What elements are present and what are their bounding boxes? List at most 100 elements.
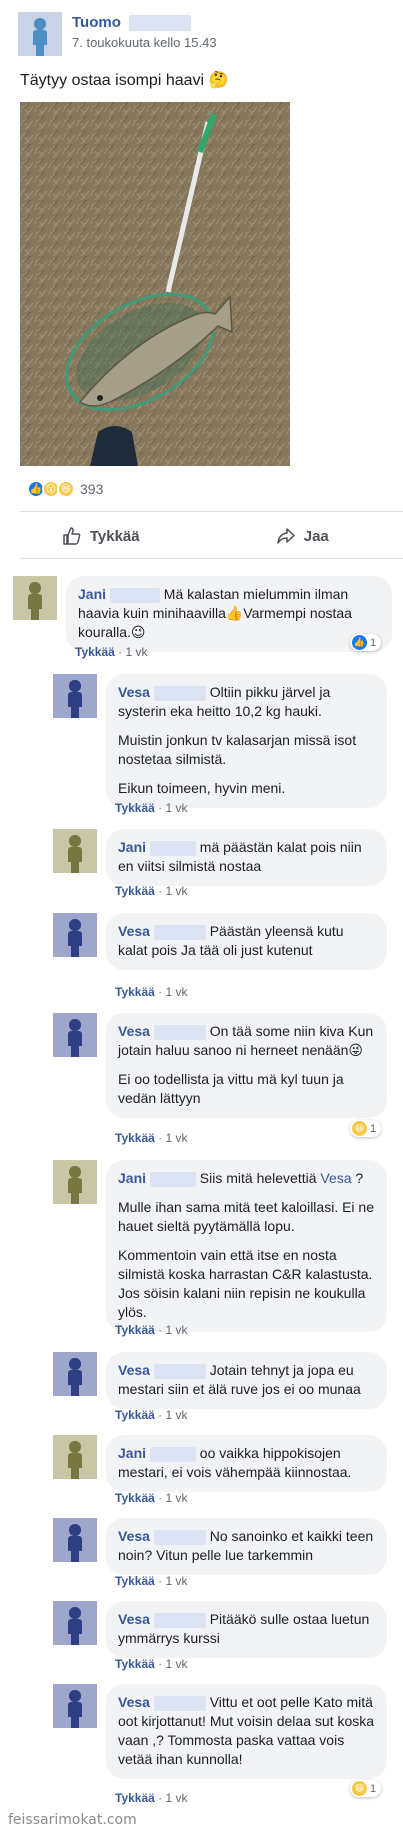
haha-reaction-icon: 😆: [352, 1121, 367, 1136]
comment-like-link[interactable]: Tykkää: [115, 801, 155, 815]
comment: Vesa Jotain tehnyt ja jopa eu mestari si…: [53, 1352, 387, 1409]
commenter-avatar[interactable]: [53, 1160, 97, 1204]
post-photo[interactable]: [20, 102, 290, 466]
comment-reaction-count: 1: [370, 636, 377, 649]
comment: Vesa Oltiin pikku järvel ja systerin eka…: [53, 674, 387, 808]
comment: Vesa Päästän yleensä kutu kalat pois Ja …: [53, 913, 387, 970]
commenter-name[interactable]: Vesa: [118, 1694, 150, 1710]
comment-meta: Tykkää · 1 vk: [115, 1791, 188, 1805]
comment-reaction-badge[interactable]: 😆 1: [350, 1120, 382, 1137]
comment-reaction-count: 1: [370, 1122, 377, 1135]
like-button[interactable]: Tykkää: [0, 514, 202, 558]
name-redaction: [149, 840, 196, 856]
commenter-avatar[interactable]: [53, 1518, 97, 1562]
commenter-name[interactable]: Jani: [78, 586, 106, 602]
name-redaction: [149, 1446, 196, 1462]
comment-bubble: Vesa Oltiin pikku järvel ja systerin eka…: [106, 674, 387, 808]
comment-bubble: Vesa Pitääkö sulle ostaa luetun ymmärrys…: [106, 1601, 387, 1658]
commenter-name[interactable]: Vesa: [118, 1611, 150, 1627]
haha-reaction-icon: 😆: [57, 480, 75, 498]
reaction-summary[interactable]: 👍 😮 😆 393: [27, 480, 103, 498]
like-button-label: Tykkää: [89, 527, 140, 545]
commenter-name[interactable]: Jani: [118, 1445, 146, 1461]
post-timestamp[interactable]: 7. toukokuuta kello 15.43: [72, 35, 217, 50]
name-redaction: [153, 685, 206, 701]
comment-reaction-badge[interactable]: 😆 1: [350, 1780, 382, 1797]
comment: Vesa Pitääkö sulle ostaa luetun ymmärrys…: [53, 1601, 387, 1658]
commenter-avatar[interactable]: [13, 576, 57, 620]
share-button[interactable]: Jaa: [202, 514, 403, 558]
comment-text: Mulle ihan sama mitä teet kaloillasi. Ei…: [118, 1199, 375, 1234]
comment-time[interactable]: 1 vk: [165, 1131, 187, 1145]
commenter-avatar[interactable]: [53, 674, 97, 718]
commenter-name[interactable]: Jani: [118, 839, 146, 855]
name-redaction: [153, 1024, 206, 1040]
comment-like-link[interactable]: Tykkää: [115, 1323, 155, 1337]
comment-reaction-badge[interactable]: 👍 1: [350, 634, 382, 651]
comment-time[interactable]: 1 vk: [165, 985, 187, 999]
reaction-count: 393: [80, 481, 104, 497]
commenter-name[interactable]: Jani: [118, 1170, 146, 1186]
comment-like-link[interactable]: Tykkää: [115, 1408, 155, 1422]
comment-like-link[interactable]: Tykkää: [75, 645, 115, 659]
comment-text: Eikun toimeen, hyvin meni.: [118, 780, 286, 796]
poster-avatar[interactable]: [18, 12, 62, 56]
comment-like-link[interactable]: Tykkää: [115, 1574, 155, 1588]
comment: Vesa No sanoinko et kaikki teen noin? Vi…: [53, 1518, 387, 1575]
comment-time[interactable]: 1 vk: [165, 1491, 187, 1505]
comment-like-link[interactable]: Tykkää: [115, 985, 155, 999]
commenter-avatar[interactable]: [53, 1352, 97, 1396]
comment-time[interactable]: 1 vk: [165, 801, 187, 815]
commenter-avatar[interactable]: [53, 913, 97, 957]
name-redaction: [153, 1695, 206, 1711]
comment-meta: Tykkää · 1 vk: [115, 1408, 188, 1422]
comment-meta: Tykkää · 1 vk: [75, 645, 148, 659]
commenter-avatar[interactable]: [53, 1684, 97, 1728]
comment-bubble: Vesa Vittu et oot pelle Kato mitä oot ki…: [106, 1684, 387, 1779]
commenter-name[interactable]: Vesa: [118, 1362, 150, 1378]
commenter-name[interactable]: Vesa: [118, 1023, 150, 1039]
commenter-name[interactable]: Vesa: [118, 1528, 150, 1544]
post-text: Täytyy ostaa isompi haavi 🤔: [20, 72, 229, 89]
commenter-avatar[interactable]: [53, 829, 97, 873]
comment-time[interactable]: 1 vk: [165, 1791, 187, 1805]
comment-meta: Tykkää · 1 vk: [115, 1131, 188, 1145]
commenter-avatar[interactable]: [53, 1601, 97, 1645]
post-header: Tuomo 7. toukokuuta kello 15.43: [18, 12, 217, 56]
name-redaction: [153, 1612, 206, 1628]
comment: Vesa Vittu et oot pelle Kato mitä oot ki…: [53, 1684, 387, 1779]
comment-text: Siis mitä helevettiä: [199, 1170, 317, 1186]
comment: Vesa On tää some niin kiva Kun jotain ha…: [53, 1013, 387, 1118]
comment-bubble: Jani oo vaikka hippokisojen mestari, ei …: [106, 1435, 387, 1492]
comment-meta: Tykkää · 1 vk: [115, 1574, 188, 1588]
comment-bubble: Vesa No sanoinko et kaikki teen noin? Vi…: [106, 1518, 387, 1575]
commenter-name[interactable]: Vesa: [118, 684, 150, 700]
commenter-avatar[interactable]: [53, 1013, 97, 1057]
comment-time[interactable]: 1 vk: [165, 1657, 187, 1671]
comment-time[interactable]: 1 vk: [165, 1408, 187, 1422]
comment: Jani mä päästän kalat pois niin en viits…: [53, 829, 387, 886]
comment-like-link[interactable]: Tykkää: [115, 884, 155, 898]
comment-time[interactable]: 1 vk: [165, 1323, 187, 1337]
comment: Jani Siis mitä helevettiä Vesa ? Mulle i…: [53, 1160, 387, 1332]
comment-like-link[interactable]: Tykkää: [115, 1791, 155, 1805]
comment-meta: Tykkää · 1 vk: [115, 1491, 188, 1505]
mention-link[interactable]: Vesa: [320, 1170, 351, 1186]
comment-meta: Tykkää · 1 vk: [115, 884, 188, 898]
comment-time[interactable]: 1 vk: [125, 645, 147, 659]
commenter-name[interactable]: Vesa: [118, 923, 150, 939]
comment-like-link[interactable]: Tykkää: [115, 1657, 155, 1671]
comment-meta: Tykkää · 1 vk: [115, 1323, 188, 1337]
commenter-avatar[interactable]: [53, 1435, 97, 1479]
poster-name[interactable]: Tuomo: [72, 14, 121, 31]
name-redaction: [153, 924, 206, 940]
comment-bubble: Vesa Jotain tehnyt ja jopa eu mestari si…: [106, 1352, 387, 1409]
comment-like-link[interactable]: Tykkää: [115, 1131, 155, 1145]
name-redaction: [153, 1529, 206, 1545]
comment-time[interactable]: 1 vk: [165, 1574, 187, 1588]
name-redaction: [109, 587, 160, 603]
comment-like-link[interactable]: Tykkää: [115, 1491, 155, 1505]
comment-time[interactable]: 1 vk: [165, 884, 187, 898]
comment-text: Päästän yleensä kutu kalat pois Ja tää o…: [118, 923, 344, 958]
name-redaction: [149, 1171, 196, 1187]
